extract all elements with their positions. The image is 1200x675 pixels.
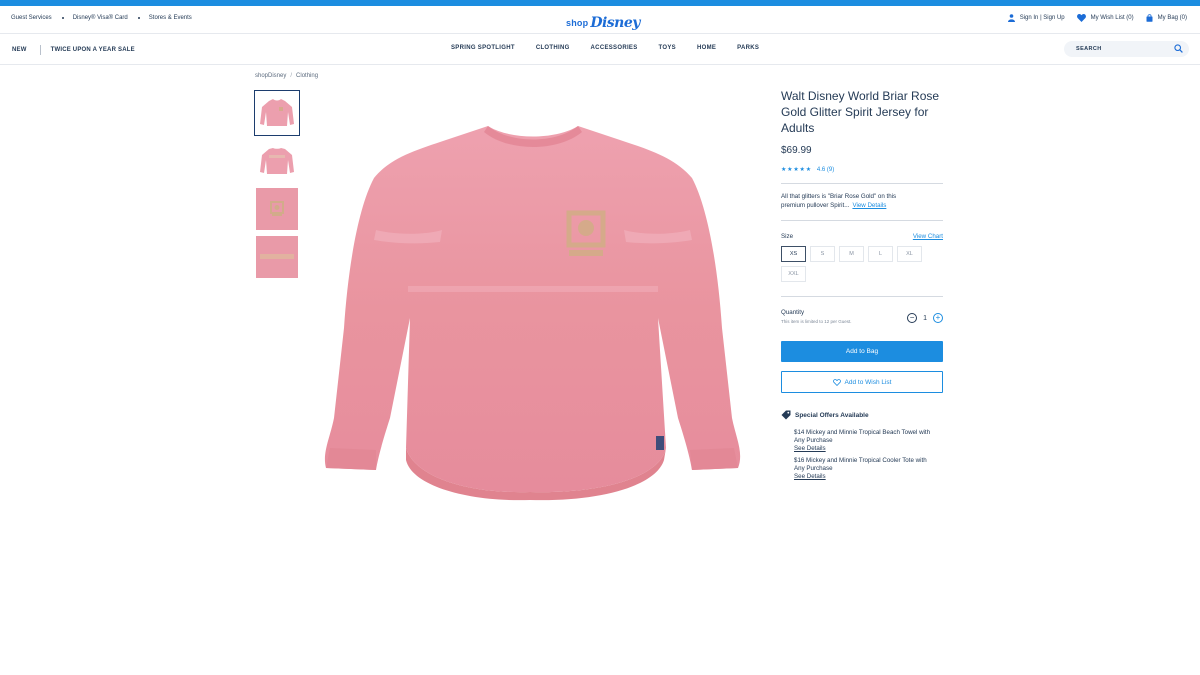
divider	[781, 220, 943, 221]
nav-item-spring-spotlight[interactable]: SPRING SPOTLIGHT	[451, 45, 515, 51]
size-option-m[interactable]: M	[839, 246, 864, 262]
user-icon	[1007, 14, 1015, 22]
main-nav: NEW TWICE UPON A YEAR SALE SPRING SPOTLI…	[0, 34, 1200, 65]
quantity-value: 1	[923, 314, 927, 322]
quantity-row: Quantity This item is limited to 12 per …	[781, 309, 943, 324]
thumbnail-back[interactable]	[254, 138, 300, 184]
heart-outline-icon	[832, 378, 841, 386]
product-price: $69.99	[781, 145, 812, 156]
nav-new[interactable]: NEW	[12, 47, 27, 53]
nav-item-toys[interactable]: TOYS	[659, 45, 676, 51]
wishlist-link[interactable]: My Wish List (0)	[1076, 14, 1134, 22]
offer-text: $14 Mickey and Minnie Tropical Beach Tow…	[794, 429, 931, 444]
view-chart-link[interactable]: View Chart	[913, 233, 943, 240]
special-offers-title: Special Offers Available	[795, 411, 869, 419]
product-rating[interactable]: ★★★★★ 4.6 (9)	[781, 166, 943, 174]
guest-services-link[interactable]: Guest Services	[11, 15, 52, 21]
divider	[781, 183, 943, 184]
nav-item-clothing[interactable]: CLOTHING	[536, 45, 570, 51]
separator-dot	[137, 17, 140, 19]
search-placeholder: SEARCH	[1076, 46, 1102, 52]
offer-item: $14 Mickey and Minnie Tropical Beach Tow…	[794, 429, 934, 453]
size-option-xxl[interactable]: XXL	[781, 266, 806, 282]
nav-promos: NEW TWICE UPON A YEAR SALE	[12, 45, 135, 55]
divider	[781, 296, 943, 297]
thumbnail-gallery	[254, 90, 300, 282]
bag-label: My Bag (0)	[1157, 15, 1187, 21]
nav-item-parks[interactable]: PARKS	[737, 45, 759, 51]
breadcrumb-clothing[interactable]: Clothing	[296, 73, 318, 79]
logo-brand-text: Disney	[590, 15, 640, 31]
product-description: All that glitters is "Briar Rose Gold" o…	[781, 192, 921, 210]
quantity-label: Quantity	[781, 309, 805, 316]
shopdisney-logo[interactable]: shop Disney	[566, 13, 640, 31]
breadcrumb: shopDisney / Clothing	[255, 73, 319, 79]
thumbnail-back-detail[interactable]	[254, 234, 300, 280]
quantity-limit-note: This item is limited to 12 per Guest.	[781, 319, 852, 324]
offer-see-details-link[interactable]: See Details	[794, 473, 934, 481]
offer-item: $16 Mickey and Minnie Tropical Cooler To…	[794, 457, 934, 481]
size-selector: XS S M L XL XXL	[781, 246, 931, 286]
add-to-bag-button[interactable]: Add to Bag	[781, 341, 943, 362]
size-header: Size View Chart	[781, 233, 943, 240]
size-option-xs[interactable]: XS	[781, 246, 806, 262]
account-links: Sign In | Sign Up My Wish List (0) My Ba…	[996, 14, 1187, 22]
utility-links: Guest Services Disney® Visa® Card Stores…	[11, 15, 192, 21]
add-to-wishlist-label: Add to Wish List	[844, 378, 892, 386]
offer-see-details-link[interactable]: See Details	[794, 445, 934, 453]
thumbnail-front[interactable]	[254, 90, 300, 136]
breadcrumb-shopdisney[interactable]: shopDisney	[255, 73, 286, 79]
tag-icon	[781, 410, 791, 420]
nav-item-accessories[interactable]: ACCESSORIES	[591, 45, 638, 51]
quantity-stepper: − 1 +	[907, 312, 943, 324]
visa-card-link[interactable]: Disney® Visa® Card	[73, 15, 128, 21]
product-main-image[interactable]	[320, 118, 746, 504]
nav-sale[interactable]: TWICE UPON A YEAR SALE	[51, 47, 135, 53]
special-offers-header: Special Offers Available	[781, 410, 943, 420]
rating-value: 4.6 (9)	[816, 166, 835, 173]
sign-in-link[interactable]: Sign In | Sign Up	[1007, 14, 1065, 22]
size-label: Size	[781, 233, 794, 240]
quantity-decrease-button[interactable]: −	[907, 313, 918, 323]
sign-in-label: Sign In | Sign Up	[1019, 15, 1065, 21]
utility-bar: Guest Services Disney® Visa® Card Stores…	[0, 6, 1200, 34]
stores-events-link[interactable]: Stores & Events	[149, 15, 192, 21]
product-title: Walt Disney World Briar Rose Gold Glitte…	[781, 89, 940, 135]
heart-icon	[1076, 14, 1086, 22]
separator-dot	[61, 17, 64, 19]
add-to-wishlist-button[interactable]: Add to Wish List	[781, 371, 943, 393]
jersey-illustration	[324, 126, 741, 501]
star-rating-icon: ★★★★★	[781, 167, 812, 173]
wishlist-label: My Wish List (0)	[1090, 15, 1134, 21]
size-option-s[interactable]: S	[810, 246, 835, 262]
view-details-link[interactable]: View Details	[852, 202, 886, 209]
thumbnail-logo-detail[interactable]	[254, 186, 300, 232]
bag-icon	[1146, 14, 1153, 22]
nav-item-home[interactable]: HOME	[697, 45, 716, 51]
size-option-xl[interactable]: XL	[897, 246, 922, 262]
nav-divider	[39, 45, 41, 55]
size-option-l[interactable]: L	[868, 246, 893, 262]
search-icon[interactable]	[1174, 44, 1183, 55]
bag-link[interactable]: My Bag (0)	[1146, 14, 1187, 22]
nav-categories: SPRING SPOTLIGHT CLOTHING ACCESSORIES TO…	[451, 45, 780, 51]
product-info-panel: Walt Disney World Briar Rose Gold Glitte…	[781, 88, 943, 481]
search-input[interactable]: SEARCH	[1064, 41, 1189, 57]
logo-shop-text: shop	[566, 18, 589, 28]
quantity-increase-button[interactable]: +	[933, 313, 943, 323]
offer-text: $16 Mickey and Minnie Tropical Cooler To…	[794, 457, 927, 472]
